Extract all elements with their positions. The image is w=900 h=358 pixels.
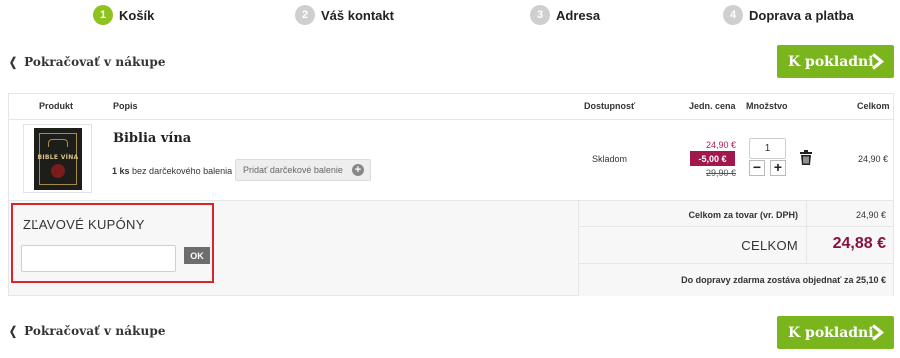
checkout-button[interactable]: K pokladni xyxy=(777,316,894,349)
checkout-progress: 1 Košík 2 Váš kontakt 3 Adresa 4 Doprava… xyxy=(0,5,900,29)
step-label: Košík xyxy=(119,7,155,23)
product-title[interactable]: Biblia vína xyxy=(113,131,191,146)
chevron-left-icon: ❮ xyxy=(9,324,18,338)
continue-shopping-link[interactable]: ❮ Pokračovať v nákupe xyxy=(8,55,166,69)
free-shipping-row: Do dopravy zdarma zostáva objednať za 25… xyxy=(579,264,894,296)
table-header: Produkt Popis Dostupnosť Jedn. cena Množ… xyxy=(9,94,893,120)
grand-total-value: 24,88 € xyxy=(832,235,886,252)
goods-total-row: Celkom za tovar (vr. DPH) 24,90 € xyxy=(579,201,894,227)
header-quantity: Množstvo xyxy=(746,101,788,111)
checkout-label: K pokladni xyxy=(788,53,874,70)
order-summary: Celkom za tovar (vr. DPH) 24,90 € CELKOM… xyxy=(578,201,894,296)
plus-icon: + xyxy=(352,164,364,176)
header-unit-price: Jedn. cena xyxy=(689,101,736,111)
header-product: Produkt xyxy=(39,101,74,111)
step-label: Váš kontakt xyxy=(321,7,394,23)
pieces-suffix: bez darčekového balenia xyxy=(132,166,233,176)
step-number: 1 xyxy=(93,5,113,25)
continue-shopping-link[interactable]: ❮ Pokračovať v nákupe xyxy=(8,324,166,338)
pieces-count: 1 ks xyxy=(112,166,130,176)
grapes-icon xyxy=(51,164,65,178)
cover-ornament xyxy=(48,139,68,147)
discount-badge: -5,00 € xyxy=(690,151,735,166)
header-description: Popis xyxy=(113,101,138,111)
availability-status: Skladom xyxy=(592,154,628,164)
coupon-title: ZĽAVOVÉ KUPÓNY xyxy=(23,217,145,232)
coupon-ok-button[interactable]: OK xyxy=(184,247,210,264)
free-shipping-note: Do dopravy zdarma zostáva objednať za 25… xyxy=(681,275,886,285)
checkout-label: K pokladni xyxy=(788,324,874,341)
step-cart[interactable]: 1 Košík xyxy=(93,5,154,25)
table-row: BIBLE VÍNA Biblia vína 1 ks bez darčekov… xyxy=(9,120,893,200)
book-cover: BIBLE VÍNA xyxy=(34,128,82,190)
gift-wrap-label: Pridať darčekové balenie xyxy=(243,165,343,175)
step-number: 2 xyxy=(295,5,315,25)
row-total: 24,90 € xyxy=(858,154,889,164)
checkout-button[interactable]: K pokladni xyxy=(777,45,894,78)
header-availability: Dostupnosť xyxy=(584,101,636,111)
product-pieces: 1 ks bez darčekového balenia xyxy=(112,166,232,176)
grand-total-row: CELKOM 24,88 € xyxy=(579,227,894,264)
cover-title: BIBLE VÍNA xyxy=(37,154,79,161)
quantity-increase-button[interactable]: + xyxy=(770,160,786,176)
goods-total-value: 24,90 € xyxy=(855,210,886,220)
original-price: 29,90 € xyxy=(706,168,737,178)
chevron-right-icon xyxy=(871,53,884,70)
step-label: Adresa xyxy=(556,7,601,23)
continue-shopping-label: Pokračovať v nákupe xyxy=(24,55,166,69)
step-address[interactable]: 3 Adresa xyxy=(530,5,600,25)
step-shipping-payment[interactable]: 4 Doprava a platba xyxy=(723,5,854,25)
unit-price: 24,90 € xyxy=(706,140,737,150)
coupon-input[interactable] xyxy=(21,245,176,272)
step-contact[interactable]: 2 Váš kontakt xyxy=(295,5,394,25)
chevron-left-icon: ❮ xyxy=(9,55,18,69)
step-number: 4 xyxy=(723,5,743,25)
chevron-right-icon xyxy=(871,324,884,341)
trash-icon[interactable] xyxy=(800,150,812,165)
goods-total-label: Celkom za tovar (vr. DPH) xyxy=(688,210,798,220)
header-total: Celkom xyxy=(857,101,890,111)
cart-table: Produkt Popis Dostupnosť Jedn. cena Množ… xyxy=(8,93,894,296)
continue-shopping-label: Pokračovať v nákupe xyxy=(24,324,166,338)
step-number: 3 xyxy=(530,5,550,25)
product-image[interactable]: BIBLE VÍNA xyxy=(23,124,92,193)
grand-total-label: CELKOM xyxy=(741,238,798,253)
quantity-input[interactable] xyxy=(749,138,786,159)
add-gift-wrap-button[interactable]: Pridať darčekové balenie + xyxy=(235,159,371,181)
quantity-decrease-button[interactable]: − xyxy=(749,160,765,176)
step-label: Doprava a platba xyxy=(749,7,854,23)
coupon-section: ZĽAVOVÉ KUPÓNY OK xyxy=(11,203,214,283)
cart-footer: ZĽAVOVÉ KUPÓNY OK Celkom za tovar (vr. D… xyxy=(9,200,894,296)
